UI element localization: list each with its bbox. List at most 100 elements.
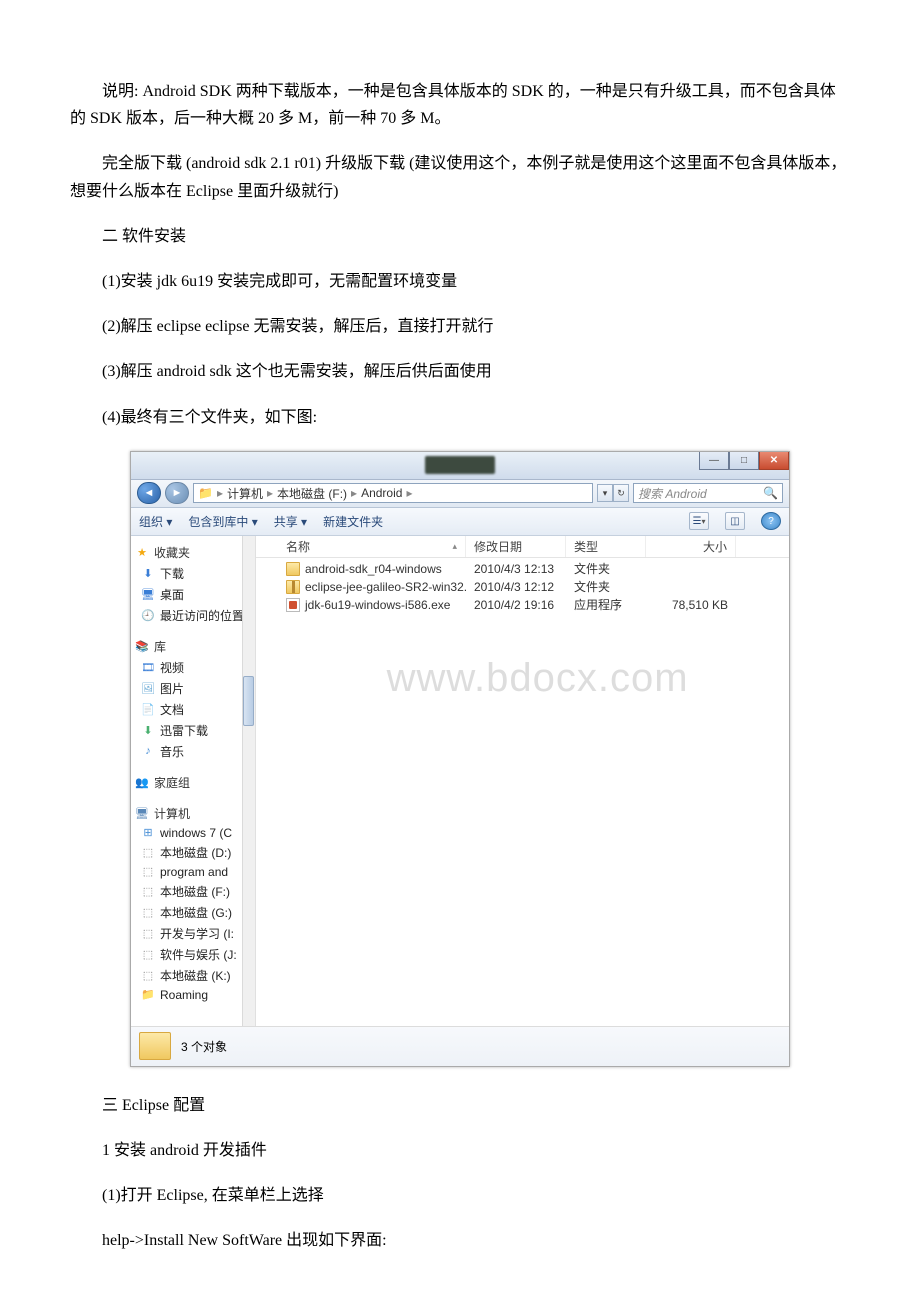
sidebar-desktop[interactable]: 🖥桌面 (131, 584, 255, 605)
homegroup-icon: 👥 (135, 775, 149, 789)
status-bar: 3 个对象 (131, 1026, 789, 1066)
drive-icon: ⬚ (141, 926, 155, 940)
sidebar-homegroup[interactable]: 👥家庭组 (131, 772, 255, 793)
windows-explorer-window: — □ ✕ ◄ ► 📁 ▸ 计算机 ▸ 本地磁盘 (F:) ▸ Android … (130, 451, 790, 1067)
include-library-menu[interactable]: 包含到库中 ▾ (188, 513, 257, 530)
paragraph-3: 二 软件安装 (70, 223, 850, 250)
help-button[interactable]: ? (761, 512, 781, 530)
preview-pane-button[interactable]: ◫ (725, 512, 745, 530)
organize-menu[interactable]: 组织 ▾ (139, 513, 172, 530)
windows-drive-icon: ⊞ (141, 826, 155, 840)
sort-asc-icon: ▴ (452, 541, 457, 552)
sidebar-music[interactable]: ♪音乐 (131, 741, 255, 762)
address-bar: ◄ ► 📁 ▸ 计算机 ▸ 本地磁盘 (F:) ▸ Android ▸ ▾↻ 搜… (131, 480, 789, 508)
sidebar-drive-d[interactable]: ⬚本地磁盘 (D:) (131, 842, 255, 863)
col-header-size[interactable]: 大小 (646, 536, 736, 557)
sidebar-drive-k[interactable]: ⬚本地磁盘 (K:) (131, 965, 255, 986)
paragraph-10: (1)打开 Eclipse, 在菜单栏上选择 (70, 1182, 850, 1209)
titlebar[interactable]: — □ ✕ (131, 452, 789, 480)
folder-icon: 📁 (141, 988, 155, 1002)
sidebar-drive-i[interactable]: ⬚开发与学习 (I: (131, 923, 255, 944)
explorer-body: ★收藏夹 ⬇下载 🖥桌面 🕘最近访问的位置 📚库 🎞视频 🖼图片 📄文档 ⬇迅雷… (131, 536, 789, 1026)
column-headers: 名称▴ 修改日期 类型 大小 (256, 536, 789, 558)
back-button[interactable]: ◄ (137, 482, 161, 504)
window-controls: — □ ✕ (699, 452, 789, 470)
search-icon: 🔍 (763, 486, 778, 500)
library-icon: 📚 (135, 639, 149, 653)
sidebar-drive-program[interactable]: ⬚program and (131, 863, 255, 881)
path-history-buttons[interactable]: ▾↻ (597, 484, 629, 502)
paragraph-8: 三 Eclipse 配置 (70, 1092, 850, 1119)
drive-icon: ⬚ (141, 884, 155, 898)
col-header-name[interactable]: 名称▴ (256, 536, 466, 557)
status-text: 3 个对象 (181, 1038, 227, 1055)
col-header-type[interactable]: 类型 (566, 536, 646, 557)
search-placeholder: 搜索 Android (638, 485, 707, 502)
path-root[interactable]: 计算机 (227, 485, 263, 502)
drive-icon: ⬚ (141, 845, 155, 859)
path-part-2[interactable]: Android (361, 486, 402, 500)
scrollbar-track[interactable] (242, 536, 255, 1026)
paragraph-4: (1)安装 jdk 6u19 安装完成即可，无需配置环境变量 (70, 268, 850, 295)
drive-icon: ⬚ (141, 865, 155, 879)
file-list-area: 名称▴ 修改日期 类型 大小 android-sdk_r04-windows 2… (256, 536, 789, 1026)
paragraph-7: (4)最终有三个文件夹，如下图: (70, 404, 850, 431)
file-list: android-sdk_r04-windows 2010/4/3 12:13 文… (256, 558, 789, 614)
sidebar-computer[interactable]: 🖥计算机 (131, 803, 255, 824)
sidebar-pictures[interactable]: 🖼图片 (131, 678, 255, 699)
toolbar: 组织 ▾ 包含到库中 ▾ 共享 ▾ 新建文件夹 ☰ ▾ ◫ ? (131, 508, 789, 536)
new-folder-button[interactable]: 新建文件夹 (323, 513, 383, 530)
forward-button[interactable]: ► (165, 482, 189, 504)
picture-icon: 🖼 (141, 681, 155, 695)
desktop-icon: 🖥 (141, 587, 155, 601)
sidebar-drive-c[interactable]: ⊞windows 7 (C (131, 824, 255, 842)
sidebar-recent[interactable]: 🕘最近访问的位置 (131, 605, 255, 626)
search-input[interactable]: 搜索 Android 🔍 (633, 483, 783, 503)
share-menu[interactable]: 共享 ▾ (274, 513, 307, 530)
sidebar: ★收藏夹 ⬇下载 🖥桌面 🕘最近访问的位置 📚库 🎞视频 🖼图片 📄文档 ⬇迅雷… (131, 536, 256, 1026)
paragraph-9: 1 安装 android 开发插件 (70, 1137, 850, 1164)
sidebar-drive-f[interactable]: ⬚本地磁盘 (F:) (131, 881, 255, 902)
minimize-button[interactable]: — (699, 452, 729, 470)
titlebar-blur (425, 456, 495, 474)
folder-icon (286, 562, 300, 576)
sidebar-documents[interactable]: 📄文档 (131, 699, 255, 720)
view-options-button[interactable]: ☰ ▾ (689, 512, 709, 530)
maximize-button[interactable]: □ (729, 452, 759, 470)
file-row[interactable]: jdk-6u19-windows-i586.exe 2010/4/2 19:16… (256, 596, 789, 614)
path-part-1[interactable]: 本地磁盘 (F:) (277, 485, 347, 502)
computer-icon: 🖥 (135, 806, 149, 820)
zip-icon (286, 580, 300, 594)
sidebar-downloads[interactable]: ⬇下载 (131, 563, 255, 584)
recent-icon: 🕘 (141, 608, 155, 622)
paragraph-11: help->Install New SoftWare 出现如下界面: (70, 1227, 850, 1254)
paragraph-6: (3)解压 android sdk 这个也无需安装，解压后供后面使用 (70, 358, 850, 385)
col-header-date[interactable]: 修改日期 (466, 536, 566, 557)
drive-icon: ⬚ (141, 968, 155, 982)
paragraph-5: (2)解压 eclipse eclipse 无需安装，解压后，直接打开就行 (70, 313, 850, 340)
sidebar-favorites[interactable]: ★收藏夹 (131, 542, 255, 563)
drive-icon: ⬚ (141, 905, 155, 919)
paragraph-2: 完全版下载 (android sdk 2.1 r01) 升级版下载 (建议使用这… (70, 150, 850, 204)
paragraph-1: 说明: Android SDK 两种下载版本，一种是包含具体版本的 SDK 的，… (70, 78, 850, 132)
path-breadcrumb[interactable]: 📁 ▸ 计算机 ▸ 本地磁盘 (F:) ▸ Android ▸ (193, 483, 593, 503)
exe-icon (286, 598, 300, 612)
download-icon: ⬇ (141, 566, 155, 580)
sidebar-drive-j[interactable]: ⬚软件与娱乐 (J: (131, 944, 255, 965)
watermark: www.bdocx.com (387, 656, 689, 701)
sidebar-roaming[interactable]: 📁Roaming (131, 986, 255, 1004)
close-button[interactable]: ✕ (759, 452, 789, 470)
star-icon: ★ (135, 545, 149, 559)
file-row[interactable]: eclipse-jee-galileo-SR2-win32.zip 2010/4… (256, 578, 789, 596)
drive-icon: ⬚ (141, 947, 155, 961)
scrollbar-thumb[interactable] (243, 676, 254, 726)
music-icon: ♪ (141, 744, 155, 758)
sidebar-drive-g[interactable]: ⬚本地磁盘 (G:) (131, 902, 255, 923)
xunlei-icon: ⬇ (141, 723, 155, 737)
video-icon: 🎞 (141, 660, 155, 674)
file-row[interactable]: android-sdk_r04-windows 2010/4/3 12:13 文… (256, 560, 789, 578)
sidebar-libraries[interactable]: 📚库 (131, 636, 255, 657)
folder-icon-large (139, 1032, 171, 1060)
sidebar-videos[interactable]: 🎞视频 (131, 657, 255, 678)
sidebar-xunlei[interactable]: ⬇迅雷下载 (131, 720, 255, 741)
